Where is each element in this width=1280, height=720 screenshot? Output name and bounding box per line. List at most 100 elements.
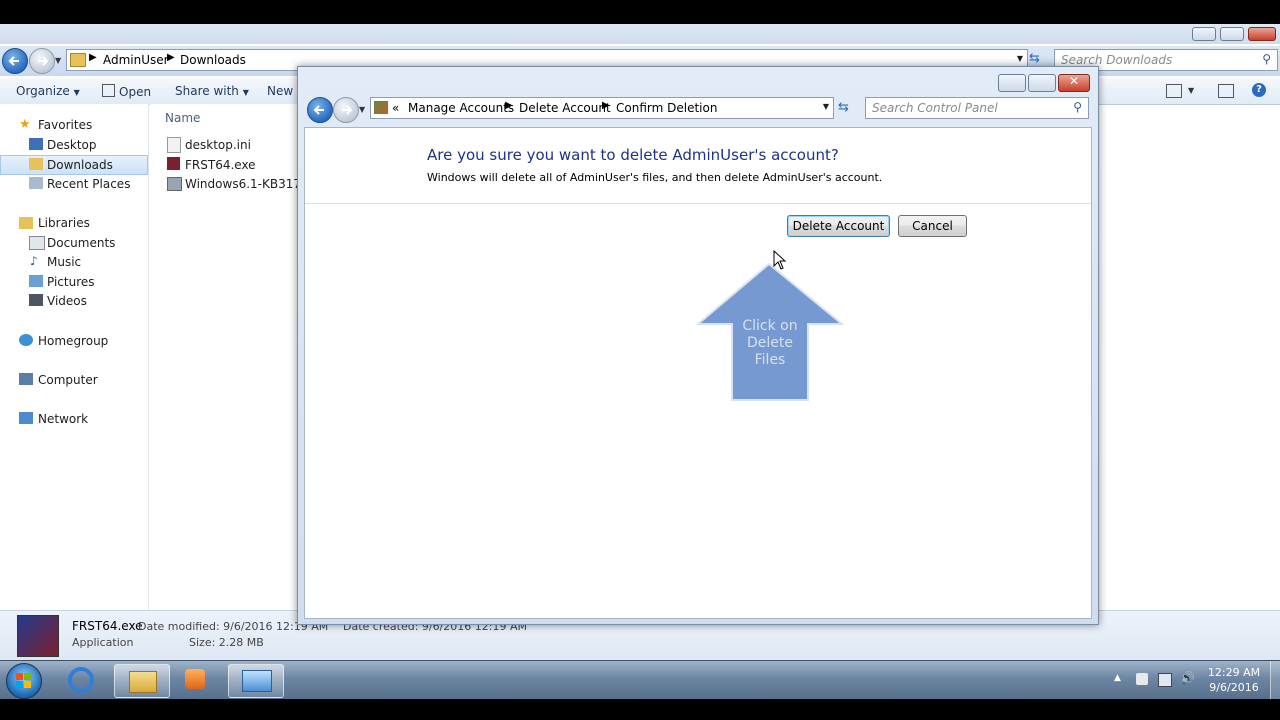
nav-videos[interactable]: Videos <box>47 294 87 308</box>
confirm-heading: Are you sure you want to delete AdminUse… <box>427 146 839 164</box>
dialog-recent-pages-icon[interactable]: ▼ <box>359 105 365 114</box>
nav-music[interactable]: Music <box>47 255 81 269</box>
explorer-search-placeholder: Search Downloads <box>1061 53 1173 67</box>
folder-icon <box>70 53 86 67</box>
file-item[interactable]: FRST64.exe <box>185 158 256 172</box>
downloads-folder-icon <box>29 158 43 170</box>
volume-icon[interactable]: 🔊 <box>1180 671 1195 685</box>
nav-network[interactable]: Network <box>38 412 88 426</box>
nav-pictures[interactable]: Pictures <box>47 275 95 289</box>
explorer-maximize-button[interactable] <box>1220 27 1244 41</box>
dialog-minimize-button[interactable] <box>998 74 1026 92</box>
search-icon: ⚲ <box>1262 52 1271 66</box>
nav-documents[interactable]: Documents <box>47 236 115 250</box>
start-button[interactable] <box>6 663 42 699</box>
system-clock[interactable]: 12:29 AM 9/6/2016 <box>1204 665 1264 695</box>
forward-arrow-icon <box>342 105 353 115</box>
address-dropdown-icon[interactable]: ▼ <box>1017 54 1023 63</box>
tutorial-arrow-text: Click on Delete Files <box>725 318 815 369</box>
pictures-icon <box>29 275 43 287</box>
show-desktop-button[interactable] <box>1270 661 1280 699</box>
column-header-name[interactable]: Name <box>165 111 200 125</box>
organize-label: Organize <box>16 84 70 98</box>
nav-downloads[interactable]: Downloads <box>47 158 113 172</box>
dialog-close-button[interactable]: ✕ <box>1058 74 1090 92</box>
view-dropdown-icon[interactable]: ▼ <box>1188 86 1194 95</box>
preview-pane-icon[interactable] <box>1218 84 1234 98</box>
windows-logo-icon <box>16 681 23 688</box>
nav-favorites[interactable]: Favorites <box>38 118 92 132</box>
delete-account-button[interactable]: Delete Account <box>787 215 890 237</box>
dialog-maximize-button[interactable] <box>1028 74 1056 92</box>
organize-button[interactable]: Organize ▼ <box>16 84 80 98</box>
frst-exe-icon <box>167 157 180 170</box>
control-panel-icon <box>374 101 388 114</box>
explorer-titlebar <box>0 24 1280 44</box>
file-item[interactable]: desktop.ini <box>185 138 251 152</box>
view-options-icon[interactable] <box>1166 84 1182 98</box>
back-button[interactable] <box>2 48 28 74</box>
control-panel-search-input[interactable]: Search Control Panel ⚲ <box>865 97 1089 119</box>
taskbar-internet-explorer[interactable] <box>54 664 108 696</box>
detail-size: Size: 2.28 MB <box>189 636 264 649</box>
frst-large-icon <box>17 615 59 657</box>
ini-file-icon <box>167 137 181 153</box>
breadcrumb-separator: ▶ <box>167 52 175 63</box>
breadcrumb-overflow[interactable]: « <box>392 101 399 115</box>
music-note-icon: ♪ <box>30 254 38 268</box>
taskbar-control-panel[interactable] <box>228 664 284 698</box>
recent-places-icon <box>29 177 43 189</box>
clock-time: 12:29 AM <box>1207 666 1261 679</box>
dialog-forward-button[interactable] <box>333 97 359 123</box>
breadcrumb-delete-account[interactable]: Delete Account <box>519 101 611 115</box>
breadcrumb-manage-accounts[interactable]: Manage Accounts <box>408 101 514 115</box>
help-icon[interactable]: ? <box>1252 83 1266 97</box>
nav-desktop[interactable]: Desktop <box>47 138 97 152</box>
file-list-pane: Name desktop.ini FRST64.exe Windows6.1-K… <box>150 104 300 634</box>
internet-explorer-icon <box>68 667 94 693</box>
nav-recent-places[interactable]: Recent Places <box>47 177 130 191</box>
open-icon <box>102 84 115 97</box>
nav-libraries[interactable]: Libraries <box>38 216 90 230</box>
videos-icon <box>29 294 43 306</box>
libraries-icon <box>19 217 33 229</box>
refresh-icon[interactable]: ⇆ <box>1029 51 1045 67</box>
breadcrumb-downloads[interactable]: Downloads <box>180 53 246 67</box>
cancel-button[interactable]: Cancel <box>898 215 967 237</box>
search-icon: ⚲ <box>1073 100 1082 114</box>
open-button[interactable]: Open <box>102 84 151 99</box>
detail-filename: FRST64.exe <box>72 619 143 633</box>
taskbar-media-player[interactable] <box>168 664 222 696</box>
share-with-button[interactable]: Share with ▼ <box>175 84 249 98</box>
breadcrumb-separator: ▶ <box>89 52 97 63</box>
windows-logo-icon <box>16 673 23 680</box>
show-hidden-icons[interactable]: ▲ <box>1114 673 1121 683</box>
taskbar: ▲ 🔊 12:29 AM 9/6/2016 <box>0 660 1280 699</box>
windows-logo-icon <box>24 673 31 680</box>
dialog-refresh-icon[interactable]: ⇆ <box>838 100 849 115</box>
control-panel-icon <box>242 670 272 692</box>
network-status-icon[interactable] <box>1158 673 1172 687</box>
address-dropdown-icon[interactable]: ▼ <box>823 102 829 111</box>
explorer-minimize-button[interactable] <box>1192 27 1216 41</box>
dialog-address-field[interactable]: « Manage Accounts ▶ Delete Account ▶ Con… <box>370 97 834 119</box>
open-label: Open <box>119 85 152 99</box>
breadcrumb-adminuser[interactable]: AdminUser <box>103 53 169 67</box>
forward-button[interactable] <box>29 48 55 74</box>
control-panel-search-placeholder: Search Control Panel <box>872 101 998 115</box>
breadcrumb-separator: ▶ <box>505 100 513 111</box>
nav-homegroup[interactable]: Homegroup <box>38 334 108 348</box>
explorer-close-button[interactable] <box>1248 27 1276 41</box>
breadcrumb-separator: ▶ <box>602 100 610 111</box>
file-item[interactable]: Windows6.1-KB317260 <box>185 177 297 191</box>
dialog-back-button[interactable] <box>307 97 333 123</box>
recent-pages-icon[interactable]: ▼ <box>55 56 61 65</box>
taskbar-explorer[interactable] <box>114 664 170 698</box>
msu-file-icon <box>167 177 182 191</box>
media-player-icon <box>185 669 205 689</box>
documents-icon <box>29 236 45 250</box>
nav-computer[interactable]: Computer <box>38 373 98 387</box>
tutorial-text-line: Files <box>754 352 786 368</box>
breadcrumb-confirm-deletion[interactable]: Confirm Deletion <box>616 101 717 115</box>
action-center-icon[interactable] <box>1136 673 1148 685</box>
